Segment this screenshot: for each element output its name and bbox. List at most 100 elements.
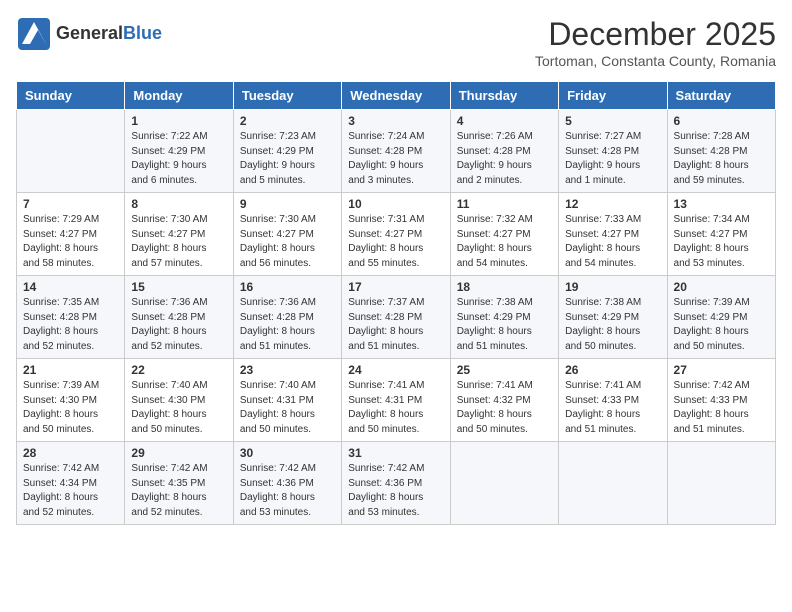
- day-number: 2: [240, 114, 335, 128]
- day-number: 11: [457, 197, 552, 211]
- header-day-wednesday: Wednesday: [342, 82, 450, 110]
- calendar-cell: 22Sunrise: 7:40 AM Sunset: 4:30 PM Dayli…: [125, 359, 233, 442]
- month-title: December 2025: [535, 16, 776, 53]
- day-number: 12: [565, 197, 660, 211]
- calendar-cell: 14 Sunrise: 7:35 AM Sunset: 4:28 PM Dayli…: [17, 276, 125, 359]
- header-day-friday: Friday: [559, 82, 667, 110]
- day-number: 21: [23, 363, 118, 377]
- header-row: SundayMondayTuesdayWednesdayThursdayFrid…: [17, 82, 776, 110]
- day-info: Sunrise: 7:30 AM Sunset: 4:27 PM Dayligh…: [240, 213, 335, 271]
- calendar-cell: [450, 442, 558, 525]
- day-number: 17: [348, 280, 443, 294]
- calendar-cell: 26 Sunrise: 7:41 AM Sunset: 4:33 PM Dayli…: [559, 359, 667, 442]
- day-number: 6: [674, 114, 769, 128]
- day-info: Sunrise: 7:22 AM Sunset: 4:29 PM Dayligh…: [131, 130, 226, 188]
- calendar-cell: 23 Sunrise: 7:40 AM Sunset: 4:31 PM Dayli…: [233, 359, 341, 442]
- day-info: Sunrise: 7:32 AM Sunset: 4:27 PM Dayligh…: [457, 213, 552, 271]
- logo: GeneralBlue: [16, 16, 162, 52]
- calendar-cell: 2 Sunrise: 7:23 AM Sunset: 4:29 PM Daylig…: [233, 110, 341, 193]
- calendar-table: SundayMondayTuesdayWednesdayThursdayFrid…: [16, 81, 776, 525]
- calendar-cell: 27Sunrise: 7:42 AM Sunset: 4:33 PM Dayli…: [667, 359, 775, 442]
- calendar-cell: 15 Sunrise: 7:36 AM Sunset: 4:28 PM Dayli…: [125, 276, 233, 359]
- day-info: Sunrise: 7:41 AM Sunset: 4:32 PM Dayligh…: [457, 379, 552, 437]
- day-number: 16: [240, 280, 335, 294]
- day-info: Sunrise: 7:33 AM Sunset: 4:27 PM Dayligh…: [565, 213, 660, 271]
- day-number: 26: [565, 363, 660, 377]
- day-info: Sunrise: 7:31 AM Sunset: 4:27 PM Dayligh…: [348, 213, 443, 271]
- day-number: 9: [240, 197, 335, 211]
- day-number: 7: [23, 197, 118, 211]
- calendar-cell: [667, 442, 775, 525]
- day-info: Sunrise: 7:26 AM Sunset: 4:28 PM Dayligh…: [457, 130, 552, 188]
- day-number: 25: [457, 363, 552, 377]
- week-row-5: 28 Sunrise: 7:42 AM Sunset: 4:34 PM Dayli…: [17, 442, 776, 525]
- day-number: 8: [131, 197, 226, 211]
- day-number: 14: [23, 280, 118, 294]
- day-info: Sunrise: 7:41 AM Sunset: 4:33 PM Dayligh…: [565, 379, 660, 437]
- day-number: 3: [348, 114, 443, 128]
- calendar-cell: 10 Sunrise: 7:31 AM Sunset: 4:27 PM Dayli…: [342, 193, 450, 276]
- day-info: Sunrise: 7:36 AM Sunset: 4:28 PM Dayligh…: [240, 296, 335, 354]
- logo-icon: [16, 16, 52, 52]
- day-info: Sunrise: 7:40 AM Sunset: 4:31 PM Dayligh…: [240, 379, 335, 437]
- day-number: 5: [565, 114, 660, 128]
- day-number: 24: [348, 363, 443, 377]
- calendar-cell: 1Sunrise: 7:22 AM Sunset: 4:29 PM Daylig…: [125, 110, 233, 193]
- calendar-cell: 13 Sunrise: 7:34 AM Sunset: 4:27 PM Dayli…: [667, 193, 775, 276]
- day-info: Sunrise: 7:29 AM Sunset: 4:27 PM Dayligh…: [23, 213, 118, 271]
- calendar-cell: 3Sunrise: 7:24 AM Sunset: 4:28 PM Daylig…: [342, 110, 450, 193]
- calendar-cell: 24Sunrise: 7:41 AM Sunset: 4:31 PM Dayli…: [342, 359, 450, 442]
- day-info: Sunrise: 7:42 AM Sunset: 4:36 PM Dayligh…: [348, 462, 443, 520]
- day-info: Sunrise: 7:23 AM Sunset: 4:29 PM Dayligh…: [240, 130, 335, 188]
- header-day-thursday: Thursday: [450, 82, 558, 110]
- calendar-cell: 21 Sunrise: 7:39 AM Sunset: 4:30 PM Dayli…: [17, 359, 125, 442]
- calendar-cell: 31 Sunrise: 7:42 AM Sunset: 4:36 PM Dayli…: [342, 442, 450, 525]
- calendar-cell: 20Sunrise: 7:39 AM Sunset: 4:29 PM Dayli…: [667, 276, 775, 359]
- day-number: 29: [131, 446, 226, 460]
- location-title: Tortoman, Constanta County, Romania: [535, 53, 776, 69]
- day-info: Sunrise: 7:35 AM Sunset: 4:28 PM Dayligh…: [23, 296, 118, 354]
- calendar-cell: 4 Sunrise: 7:26 AM Sunset: 4:28 PM Daylig…: [450, 110, 558, 193]
- day-info: Sunrise: 7:42 AM Sunset: 4:35 PM Dayligh…: [131, 462, 226, 520]
- day-number: 28: [23, 446, 118, 460]
- header-day-monday: Monday: [125, 82, 233, 110]
- calendar-cell: 6Sunrise: 7:28 AM Sunset: 4:28 PM Daylig…: [667, 110, 775, 193]
- calendar-cell: 28 Sunrise: 7:42 AM Sunset: 4:34 PM Dayli…: [17, 442, 125, 525]
- calendar-cell: 16 Sunrise: 7:36 AM Sunset: 4:28 PM Dayli…: [233, 276, 341, 359]
- title-section: December 2025 Tortoman, Constanta County…: [535, 16, 776, 69]
- page-header: GeneralBlue December 2025 Tortoman, Cons…: [16, 16, 776, 69]
- calendar-cell: [17, 110, 125, 193]
- calendar-cell: 18Sunrise: 7:38 AM Sunset: 4:29 PM Dayli…: [450, 276, 558, 359]
- calendar-cell: 8 Sunrise: 7:30 AM Sunset: 4:27 PM Daylig…: [125, 193, 233, 276]
- calendar-cell: [559, 442, 667, 525]
- calendar-cell: 29 Sunrise: 7:42 AM Sunset: 4:35 PM Dayli…: [125, 442, 233, 525]
- day-number: 23: [240, 363, 335, 377]
- day-number: 31: [348, 446, 443, 460]
- day-number: 22: [131, 363, 226, 377]
- calendar-cell: 30Sunrise: 7:42 AM Sunset: 4:36 PM Dayli…: [233, 442, 341, 525]
- week-row-3: 14 Sunrise: 7:35 AM Sunset: 4:28 PM Dayli…: [17, 276, 776, 359]
- header-day-saturday: Saturday: [667, 82, 775, 110]
- day-info: Sunrise: 7:42 AM Sunset: 4:33 PM Dayligh…: [674, 379, 769, 437]
- calendar-cell: 17 Sunrise: 7:37 AM Sunset: 4:28 PM Dayli…: [342, 276, 450, 359]
- day-number: 13: [674, 197, 769, 211]
- day-info: Sunrise: 7:30 AM Sunset: 4:27 PM Dayligh…: [131, 213, 226, 271]
- day-info: Sunrise: 7:39 AM Sunset: 4:29 PM Dayligh…: [674, 296, 769, 354]
- calendar-cell: 5Sunrise: 7:27 AM Sunset: 4:28 PM Daylig…: [559, 110, 667, 193]
- calendar-cell: 19Sunrise: 7:38 AM Sunset: 4:29 PM Dayli…: [559, 276, 667, 359]
- day-info: Sunrise: 7:36 AM Sunset: 4:28 PM Dayligh…: [131, 296, 226, 354]
- day-number: 15: [131, 280, 226, 294]
- calendar-cell: 11 Sunrise: 7:32 AM Sunset: 4:27 PM Dayli…: [450, 193, 558, 276]
- day-info: Sunrise: 7:38 AM Sunset: 4:29 PM Dayligh…: [565, 296, 660, 354]
- calendar-cell: 12 Sunrise: 7:33 AM Sunset: 4:27 PM Dayli…: [559, 193, 667, 276]
- day-info: Sunrise: 7:42 AM Sunset: 4:34 PM Dayligh…: [23, 462, 118, 520]
- day-number: 10: [348, 197, 443, 211]
- day-info: Sunrise: 7:37 AM Sunset: 4:28 PM Dayligh…: [348, 296, 443, 354]
- header-day-sunday: Sunday: [17, 82, 125, 110]
- day-info: Sunrise: 7:34 AM Sunset: 4:27 PM Dayligh…: [674, 213, 769, 271]
- day-info: Sunrise: 7:42 AM Sunset: 4:36 PM Dayligh…: [240, 462, 335, 520]
- day-info: Sunrise: 7:39 AM Sunset: 4:30 PM Dayligh…: [23, 379, 118, 437]
- day-number: 4: [457, 114, 552, 128]
- calendar-cell: 25 Sunrise: 7:41 AM Sunset: 4:32 PM Dayli…: [450, 359, 558, 442]
- logo-general: General: [56, 23, 123, 43]
